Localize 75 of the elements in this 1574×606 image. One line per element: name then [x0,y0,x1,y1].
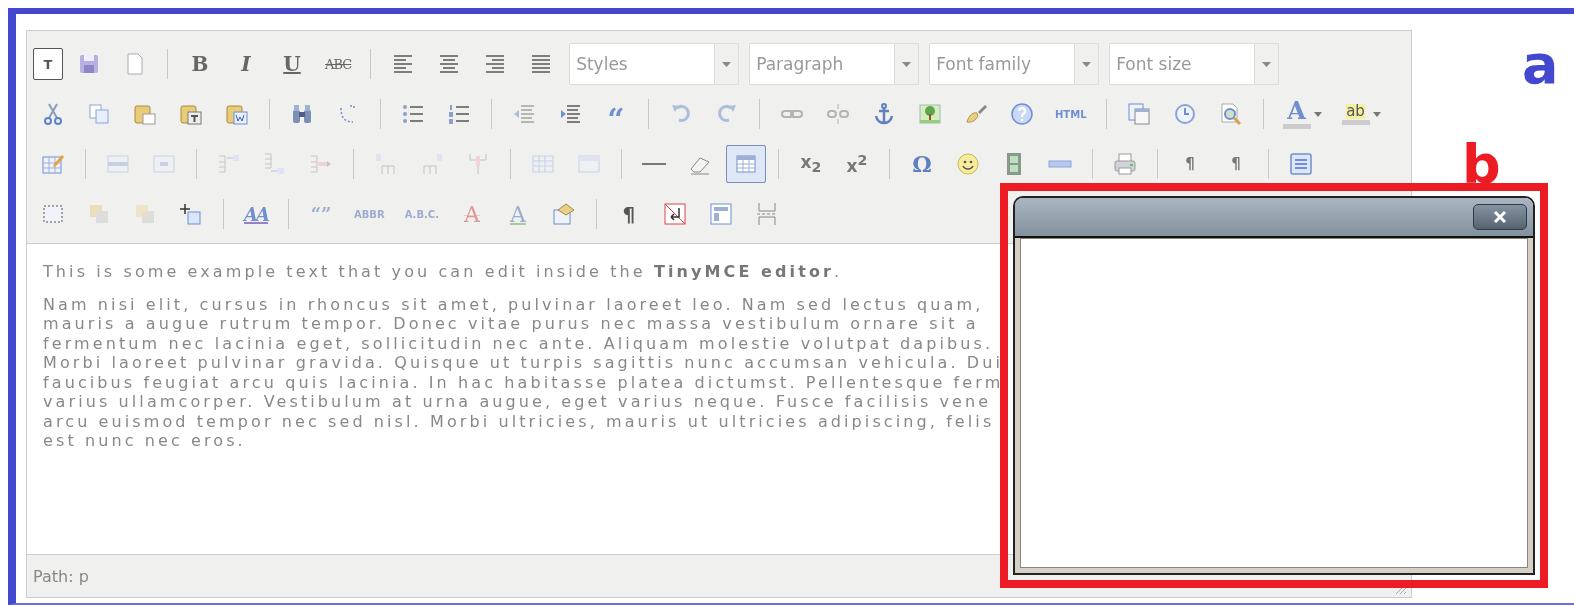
row-insert-before-icon [217,152,241,176]
paragraph-format-dropdown[interactable]: Paragraph [749,43,920,85]
caret-icon [1262,61,1272,67]
caret-icon [902,61,912,67]
clipboard-icon [133,102,157,126]
special-character-button[interactable]: Ω [902,145,942,183]
style-button[interactable]: AA [236,195,276,233]
template-icon [709,202,733,226]
table-button[interactable] [726,145,766,183]
caret-icon [1372,111,1381,117]
layer-forward-icon [87,202,111,226]
calendar-icon [1126,102,1151,126]
caret-icon [1313,111,1322,117]
bold-button[interactable]: B [180,45,220,83]
printer-icon [1113,152,1137,176]
table-row-icon [106,152,130,176]
bullet-list-icon [401,102,425,126]
layer-add-icon [179,202,203,226]
horizontal-line-icon [642,163,666,165]
caret-icon [1082,61,1092,67]
blockquote-button[interactable]: “ [596,95,636,133]
scissors-icon [41,102,65,126]
superscript-button[interactable]: x$^{2}$ [837,145,877,183]
outdent-icon [512,102,536,126]
anchor-icon [872,102,896,126]
text-color-button[interactable]: A [1275,95,1329,133]
close-icon [1493,210,1507,224]
intro-paragraph: This is some example text that you can edit inside the TinyMCE editor. [43,262,844,282]
fullscreen-icon [1289,152,1313,176]
merge-cells-icon [577,152,601,176]
element-path: Path: p [33,566,89,586]
smiley-icon [956,152,980,176]
attributes-icon [552,202,576,226]
copy-icon [87,102,111,126]
clock-icon [1172,102,1197,126]
picture-icon [918,102,942,126]
table-edit-icon [41,152,65,176]
clipboard-document-icon [225,102,249,126]
row-delete-icon [309,152,333,176]
annotation-label: b [1462,138,1501,192]
split-cells-icon [531,152,555,176]
table-icon [734,152,758,176]
strikethrough-button[interactable]: ABC [318,45,359,83]
italic-button[interactable]: I [226,45,266,83]
no-break-icon [663,202,687,226]
left-to-right-button[interactable]: ¶ [1170,145,1210,183]
magnifier-document-icon [1218,102,1243,126]
font-size-dropdown[interactable]: Font size [1109,43,1280,85]
subscript-button[interactable]: x$_{2}$ [791,145,831,183]
column-insert-before-icon [374,152,398,176]
highlight-color-button[interactable]: ab [1334,95,1388,133]
layer-backward-icon [133,202,157,226]
body-paragraph: Nam nisi elit, cursus in rhoncus sit amet, pulvinar laoreet leo. Nam sed lectus quam, mauris a augue rutrum tempor. Donec vitae purus nec massa vestibulum ornare sit a fermentum nec lacinia eget, sollicitudin nec ante. Aliquam molestie volutpat dapibus. Morbi laoreet pulvinar gravida. Quisque ut turpis sagittis nunc accumsan vehicula. Dui faucibus feugiat arcu quis lacinia. In hac habitasse platea dictumst. Pellentesque ferm varius ullamcorper. Vestibulum at urna augue, eget varius neque. Fusce facilisis vene arcu euismod tempor nec sed nisl. Morbi ultricies, mauris ut ultricies adipiscing, felis est nunc nec eros. [43,294,1005,451]
indent-icon [558,102,582,126]
close-button[interactable] [1473,204,1527,230]
styles-dropdown[interactable]: Styles [569,43,740,85]
row-insert-after-icon [263,152,287,176]
html-button[interactable]: HTML [1048,95,1094,133]
brush-icon [964,102,988,126]
help-icon [1010,102,1034,126]
broken-link-icon [826,102,850,126]
numbered-list-icon [447,102,471,126]
text-mode-button[interactable]: T [33,48,63,80]
clipboard-text-icon [179,102,203,126]
underline-button[interactable]: U [272,45,312,83]
show-characters-button[interactable]: ¶ [609,195,649,233]
column-delete-icon [466,152,490,176]
font-family-dropdown[interactable]: Font family [929,43,1100,85]
table-cell-icon [152,152,176,176]
binoculars-icon [290,102,314,126]
right-to-left-button[interactable]: ¶ [1216,145,1256,183]
annotation-label: a [1522,38,1559,92]
column-insert-after-icon [420,152,444,176]
page-break-icon [755,202,779,226]
caret-icon [722,61,732,67]
